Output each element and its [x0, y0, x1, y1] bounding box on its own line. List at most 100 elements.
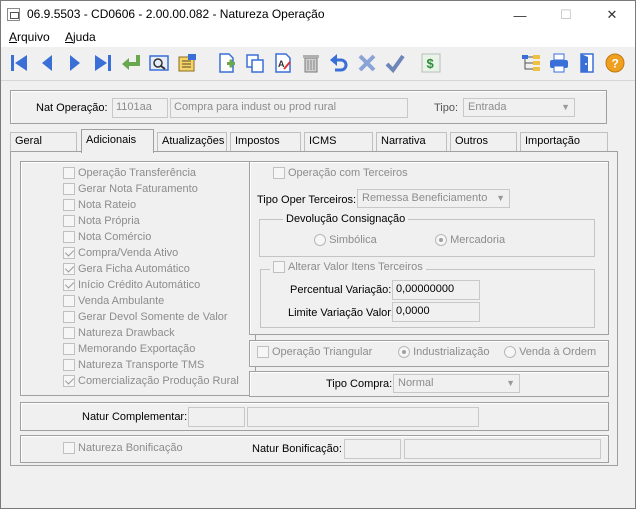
operacao-terceiros-checkbox[interactable]: Operação com Terceiros	[273, 167, 408, 183]
mercadoria-radio[interactable]: Mercadoria	[435, 234, 506, 247]
tipo-compra-label: Tipo Compra:	[326, 378, 393, 390]
checkbox-operacao-transferencia[interactable]: Operação Transferência	[63, 167, 196, 183]
checkbox-label: Memorando Exportação	[78, 343, 196, 355]
new-record-button[interactable]	[215, 51, 239, 75]
exit-button[interactable]	[575, 51, 599, 75]
menu-ajuda-label: juda	[73, 30, 96, 44]
tab-outros[interactable]: Outros	[450, 132, 517, 151]
tab-atualizacoes[interactable]: Atualizações	[157, 132, 227, 151]
checkbox-label: Venda Ambulante	[78, 295, 165, 307]
maximize-button[interactable]: ☐	[543, 1, 589, 29]
checkbox-box	[63, 199, 75, 212]
tab-geral[interactable]: Geral	[10, 132, 77, 151]
natureza-bonificacao-checkbox[interactable]: Natureza Bonificação	[63, 442, 183, 458]
mercadoria-radio-label: Mercadoria	[450, 234, 506, 246]
venda-ordem-radio[interactable]: Venda à Ordem	[504, 346, 596, 359]
menu-arquivo[interactable]: Arquivo	[7, 30, 52, 44]
tipo-oper-terceiros-select[interactable]: Remessa Beneficiamento ▼	[357, 189, 510, 208]
next-record-button[interactable]	[63, 51, 87, 75]
close-button[interactable]: ✕	[589, 1, 635, 29]
return-arrow-icon	[122, 55, 140, 70]
checkbox-label: Natureza Drawback	[78, 327, 175, 339]
checkbox-gerar-devol-somente-de-valor[interactable]: Gerar Devol Somente de Valor	[63, 311, 228, 327]
checkbox-gera-ficha-automatico[interactable]: Gera Ficha Automático	[63, 263, 190, 279]
undo-button[interactable]	[327, 51, 351, 75]
checkbox-label: Nota Rateio	[78, 199, 137, 211]
checkbox-box	[63, 167, 75, 180]
list-button[interactable]	[175, 51, 199, 75]
natur-complementar-description-field[interactable]	[247, 407, 479, 427]
svg-text:A: A	[278, 59, 285, 69]
last-record-button[interactable]	[91, 51, 115, 75]
checkbox-nota-rateio[interactable]: Nota Rateio	[63, 199, 136, 215]
natur-bonificacao-label: Natur Bonificação:	[252, 443, 342, 455]
checkbox-natureza-drawback[interactable]: Natureza Drawback	[63, 327, 175, 343]
tipo-compra-select[interactable]: Normal ▼	[393, 374, 520, 393]
tab-narrativa[interactable]: Narrativa	[376, 132, 447, 151]
checkbox-label: Operação Transferência	[78, 167, 197, 179]
printer-icon	[550, 53, 568, 73]
nat-operacao-label: Nat Operação:	[36, 102, 108, 114]
nat-operacao-code-field[interactable]: 1101aa	[112, 98, 168, 118]
checkbox-inicio-credito-automatico[interactable]: Início Crédito Automático	[63, 279, 200, 295]
simbolica-radio[interactable]: Simbólica	[314, 234, 377, 247]
tab-adicionais[interactable]: Adicionais	[81, 129, 154, 153]
tab-impostos[interactable]: Impostos	[230, 132, 301, 151]
first-record-button[interactable]	[7, 51, 31, 75]
natur-complementar-code-field[interactable]	[188, 407, 245, 427]
tab-icms[interactable]: ICMS	[304, 132, 373, 151]
mercadoria-radio-circle	[435, 234, 447, 247]
checkbox-gerar-nota-faturamento[interactable]: Gerar Nota Faturamento	[63, 183, 198, 199]
operacao-triangular-label: Operação Triangular	[272, 346, 373, 358]
menu-arquivo-mnemonic: A	[9, 30, 18, 44]
checkbox-label: Nota Própria	[78, 215, 140, 227]
edit-button[interactable]: A	[271, 51, 295, 75]
application-window: 06.9.5503 - CD0606 - 2.00.00.082 - Natur…	[0, 0, 636, 509]
natureza-bonificacao-box	[63, 442, 75, 455]
checkbox-compra-venda-ativo[interactable]: Compra/Venda Ativo	[63, 247, 178, 263]
tipo-label: Tipo:	[434, 102, 459, 114]
menu-bar: Arquivo Ajuda	[1, 29, 635, 47]
price-button[interactable]: $	[419, 51, 443, 75]
minimize-button[interactable]: —	[497, 1, 543, 29]
checkbox-natureza-transporte-tms[interactable]: Natureza Transporte TMS	[63, 359, 204, 375]
print-button[interactable]	[547, 51, 571, 75]
percentual-variacao-field[interactable]: 0,00000000	[392, 280, 480, 300]
alterar-valor-checkbox[interactable]: Alterar Valor Itens Terceiros	[270, 261, 426, 277]
undo-icon	[330, 54, 348, 72]
checkbox-label: Gerar Devol Somente de Valor	[78, 311, 228, 323]
operacao-triangular-checkbox[interactable]: Operação Triangular	[257, 346, 372, 362]
natur-bonificacao-description-field[interactable]	[404, 439, 601, 459]
checkbox-memorando-exportacao[interactable]: Memorando Exportação	[63, 343, 195, 359]
checkbox-box	[63, 231, 75, 244]
checkbox-venda-ambulante[interactable]: Venda Ambulante	[63, 295, 164, 311]
simbolica-radio-circle	[314, 234, 326, 247]
venda-ordem-radio-circle	[504, 346, 516, 359]
first-record-icon	[11, 55, 27, 71]
confirm-button[interactable]	[383, 51, 407, 75]
list-icon	[178, 54, 196, 72]
natur-bonificacao-code-field[interactable]	[344, 439, 401, 459]
checkbox-comercializacao-producao-rural[interactable]: Comercialização Produção Rural	[63, 375, 239, 391]
delete-button[interactable]	[299, 51, 323, 75]
tipo-select[interactable]: Entrada ▼	[463, 98, 575, 117]
copy-button[interactable]	[243, 51, 267, 75]
chevron-down-icon: ▼	[561, 102, 570, 112]
operacao-terceiros-box	[273, 167, 285, 180]
edit-icon: A	[275, 53, 291, 73]
help-button[interactable]: ?	[603, 51, 627, 75]
previous-record-button[interactable]	[35, 51, 59, 75]
nat-operacao-description-field[interactable]: Compra para indust ou prod rural	[170, 98, 408, 118]
menu-ajuda[interactable]: Ajuda	[63, 30, 98, 44]
checkbox-box	[63, 247, 75, 260]
cancel-button[interactable]	[355, 51, 379, 75]
tab-importacao[interactable]: Importação	[520, 132, 608, 151]
operacao-triangular-box	[257, 346, 269, 359]
industrializacao-radio[interactable]: Industrialização	[398, 346, 490, 359]
goto-button[interactable]	[119, 51, 143, 75]
search-button[interactable]	[147, 51, 171, 75]
checkbox-nota-comercio[interactable]: Nota Comércio	[63, 231, 151, 247]
limite-variacao-field[interactable]: 0,0000	[392, 302, 480, 322]
tree-button[interactable]	[519, 51, 543, 75]
checkbox-nota-propria[interactable]: Nota Própria	[63, 215, 140, 231]
